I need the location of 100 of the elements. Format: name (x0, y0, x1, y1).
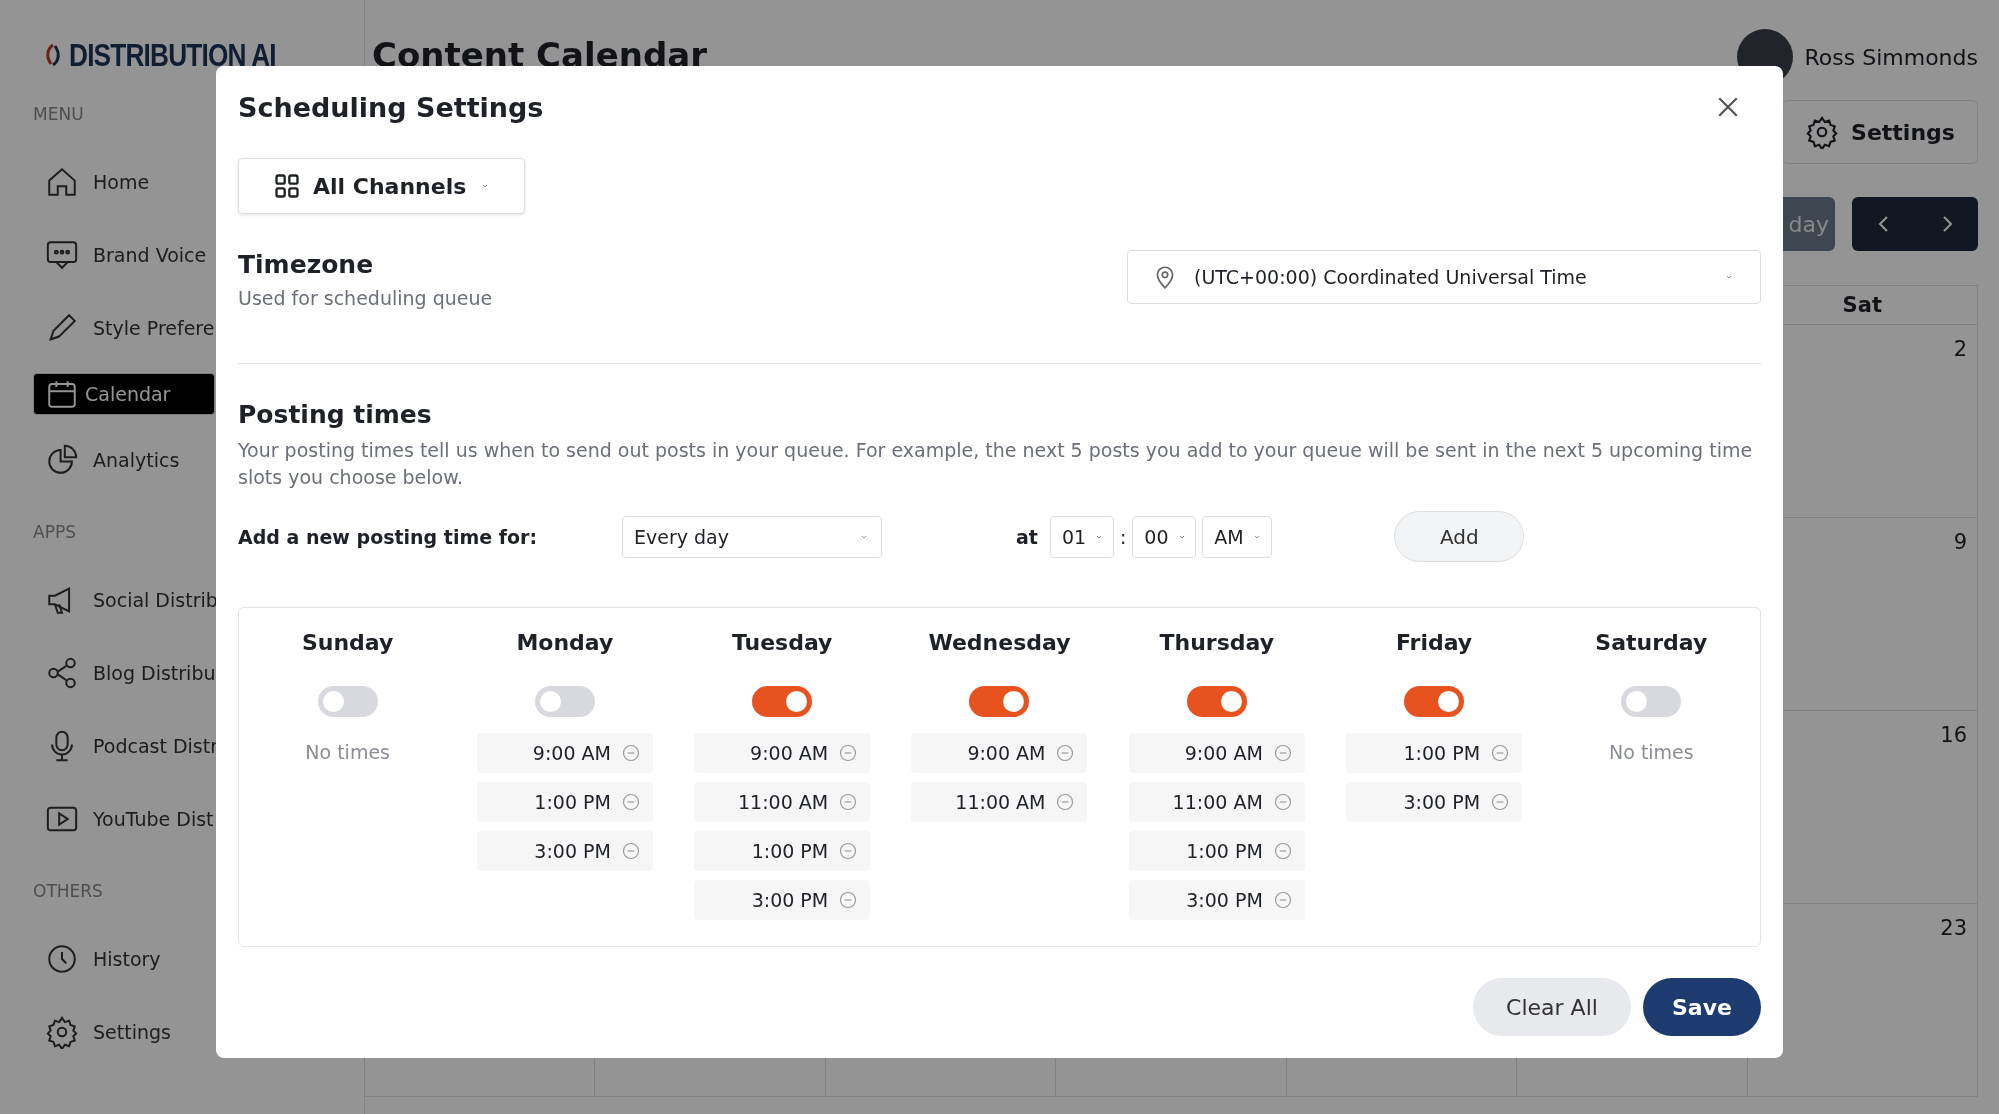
sidebar-label: Settings (93, 1021, 171, 1043)
sidebar-label: Social Distrib (93, 589, 218, 611)
time-slot: 11:00 AM (1128, 782, 1305, 822)
sidebar-label: Brand Voice (93, 244, 207, 266)
day-name: Sunday (301, 630, 394, 657)
sidebar-item[interactable]: Calendar (33, 373, 215, 415)
sidebar-item[interactable]: Podcast Distr (33, 718, 215, 774)
time-slot: 3:00 PM (694, 880, 871, 920)
save-button[interactable]: Save (1643, 978, 1761, 1036)
hour-select[interactable]: 01 (1049, 515, 1114, 558)
timezone-select[interactable]: (UTC+00:00) Coordinated Universal Time (1127, 250, 1761, 304)
section-description: Your posting times tell us when to send out posts in your queue. For example, the next 5 posts you add to your queue will be sent in the next 5 upcoming time slots you choose below. (238, 438, 1754, 490)
time-slot: 9:00 AM (476, 733, 653, 773)
sidebar-label: Calendar (85, 383, 171, 405)
sidebar-item[interactable]: History (33, 931, 215, 987)
day-name: Wednesday (928, 630, 1071, 657)
user-name: Ross Simmonds (1804, 44, 1978, 70)
date-number: 16 (1940, 723, 1967, 749)
channel-dropdown[interactable]: All Channels (238, 158, 525, 214)
section-heading: Timezone (238, 250, 375, 279)
remove-icon[interactable] (620, 792, 641, 812)
time-slot: 1:00 PM (476, 782, 653, 822)
home-icon (45, 165, 79, 199)
time-slot: 11:00 AM (694, 782, 871, 822)
clock-icon (45, 942, 79, 976)
day-name: Monday (516, 630, 614, 657)
add-button[interactable]: Add (1394, 511, 1525, 562)
sidebar-item[interactable]: YouTube Dist (33, 791, 215, 847)
remove-icon[interactable] (1055, 792, 1076, 812)
remove-icon[interactable] (1490, 792, 1511, 812)
time-slot: 3:00 PM (476, 831, 653, 871)
time-slot: 9:00 AM (694, 733, 871, 773)
day-name: Saturday (1595, 630, 1708, 657)
toggle-switch[interactable] (534, 686, 595, 717)
sidebar-label: Podcast Distr (93, 735, 218, 757)
day-select[interactable]: Every day (622, 515, 882, 558)
at-label: at (1016, 525, 1038, 548)
remove-icon[interactable] (838, 841, 859, 861)
remove-icon[interactable] (620, 743, 641, 763)
sidebar-item[interactable]: Style Prefere (33, 300, 215, 356)
pie-chart-icon (45, 443, 79, 477)
sidebar-item[interactable]: Analytics (33, 432, 215, 488)
logo-text: DISTRIBUTION AI (69, 36, 276, 74)
weekday-heading: Sat (1842, 293, 1882, 317)
settings-icon (1805, 115, 1840, 149)
toggle-switch[interactable] (1621, 686, 1682, 717)
page-title: Content Calendar (371, 35, 707, 75)
remove-icon[interactable] (1490, 743, 1511, 763)
settings-icon (45, 1015, 79, 1049)
logo-icon (43, 42, 63, 68)
time-slot: 3:00 PM (1128, 880, 1305, 920)
add-time-label: Add a new posting time for: (238, 525, 539, 548)
sidebar-label: Blog Distribu (93, 662, 216, 684)
sidebar-label: History (93, 948, 161, 970)
date-number: 2 (1953, 337, 1967, 363)
toggle-switch[interactable] (1186, 686, 1247, 717)
sidebar-item[interactable]: Social Distrib (33, 572, 215, 628)
empty-text: No times (1609, 741, 1694, 763)
remove-icon[interactable] (1272, 890, 1293, 910)
sidebar-label: Analytics (93, 449, 180, 471)
modal-title: Scheduling Settings (238, 91, 544, 123)
empty-text: No times (305, 741, 390, 763)
sidebar-label: Home (93, 171, 150, 193)
section-heading: MENU (33, 104, 84, 126)
section-heading: OTHERS (33, 881, 103, 903)
date-number: 9 (1953, 530, 1967, 556)
minute-select[interactable]: 00 (1132, 515, 1197, 558)
sidebar-label: Style Prefere (93, 317, 215, 339)
sidebar-item[interactable]: Blog Distribu (33, 645, 215, 701)
share-icon (45, 656, 79, 690)
time-separator: : (1119, 525, 1127, 548)
sidebar-item[interactable]: Brand Voice (33, 227, 215, 283)
time-slot: 3:00 PM (1346, 782, 1523, 822)
remove-icon[interactable] (1272, 841, 1293, 861)
remove-icon[interactable] (620, 841, 641, 861)
toggle-switch[interactable] (317, 686, 378, 717)
time-slot: 9:00 AM (1128, 733, 1305, 773)
section-description: Used for scheduling queue (238, 287, 493, 309)
sidebar-item[interactable]: Settings (33, 1004, 215, 1060)
time-slot: 9:00 AM (911, 733, 1088, 773)
time-slot: 1:00 PM (1346, 733, 1523, 773)
sidebar-label: YouTube Dist (93, 808, 214, 830)
settings-button[interactable]: Settings (1782, 100, 1978, 164)
toggle-switch[interactable] (1404, 686, 1465, 717)
toggle-switch[interactable] (969, 686, 1030, 717)
remove-icon[interactable] (838, 743, 859, 763)
toggle-switch[interactable] (752, 686, 813, 717)
remove-icon[interactable] (1055, 743, 1076, 763)
remove-icon[interactable] (838, 792, 859, 812)
time-slot: 1:00 PM (1128, 831, 1305, 871)
clear-all-button[interactable]: Clear All (1473, 978, 1631, 1036)
grid-icon (273, 172, 301, 200)
chat-bubble-icon (45, 238, 79, 272)
section-heading: APPS (33, 522, 76, 544)
remove-icon[interactable] (838, 890, 859, 910)
period-select[interactable]: AM (1202, 515, 1273, 558)
remove-icon[interactable] (1272, 792, 1293, 812)
remove-icon[interactable] (1272, 743, 1293, 763)
section-heading: Posting times (238, 400, 433, 429)
sidebar-item[interactable]: Home (33, 154, 215, 210)
